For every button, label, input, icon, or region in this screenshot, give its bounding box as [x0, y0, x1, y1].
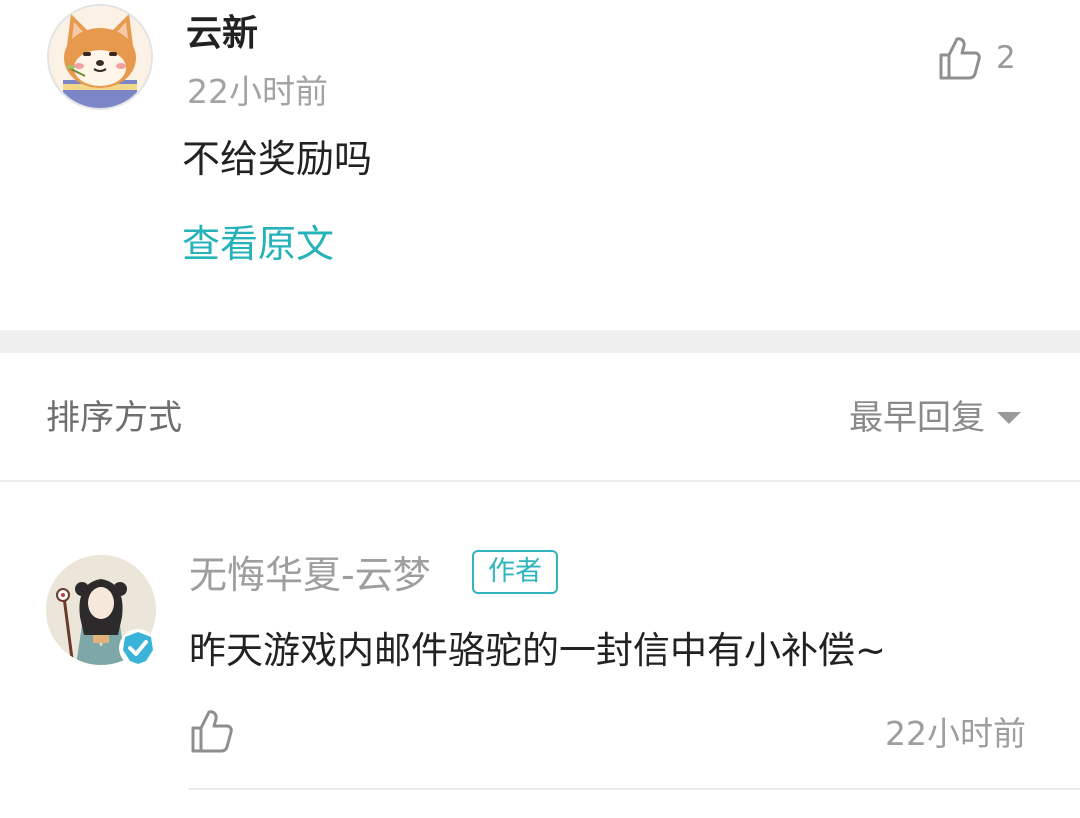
verified-check-icon: [119, 629, 157, 667]
author-badge: 作者: [472, 550, 558, 594]
reply-avatar[interactable]: [46, 555, 157, 667]
view-original-link[interactable]: 查看原文: [182, 220, 334, 268]
like-count: 2: [996, 40, 1016, 76]
sort-label: 排序方式: [46, 398, 182, 438]
comment-timestamp: 22小时前: [187, 72, 328, 111]
thumbs-up-icon: [939, 37, 981, 80]
reply-divider: [188, 788, 1080, 790]
sort-dropdown[interactable]: 最早回复: [849, 396, 1021, 440]
reply-text: 昨天游戏内邮件骆驼的一封信中有小补偿~: [189, 629, 887, 672]
sort-divider: [0, 480, 1080, 482]
caret-down-icon: [997, 412, 1021, 424]
comment-username[interactable]: 云新: [186, 12, 258, 56]
reply-like-button[interactable]: [190, 708, 236, 758]
thumbs-up-icon: [191, 710, 233, 753]
shiba-dog-avatar-icon: [49, 6, 151, 108]
comment-like-button[interactable]: 2: [938, 30, 1028, 86]
reply-timestamp: 22小时前: [885, 714, 1026, 753]
section-divider: [0, 330, 1080, 353]
reply-username[interactable]: 无悔华夏-云梦: [189, 552, 431, 598]
sort-value: 最早回复: [849, 398, 985, 438]
user-avatar[interactable]: [47, 4, 153, 110]
comment-text: 不给奖励吗: [182, 137, 373, 181]
